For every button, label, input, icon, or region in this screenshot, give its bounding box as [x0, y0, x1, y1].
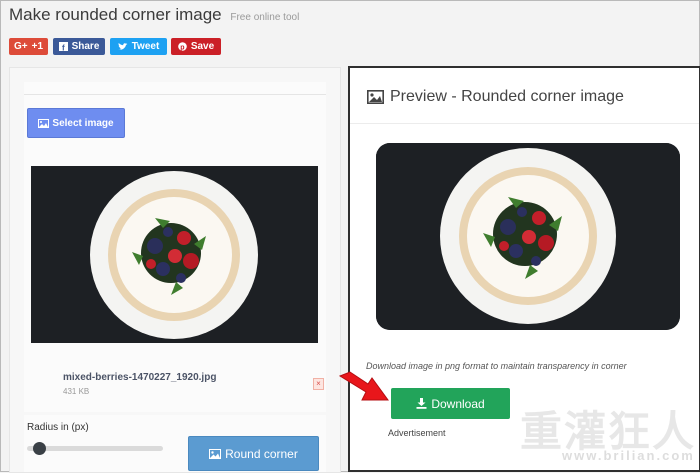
image-icon [367, 90, 384, 104]
image-icon [209, 448, 222, 459]
page-subtitle: Free online tool [230, 12, 300, 23]
facebook-icon: f [58, 42, 68, 52]
page-title: Make rounded corner image Free online to… [9, 5, 299, 25]
round-corner-label: Round corner [225, 446, 298, 461]
gplus-icon: G+ [13, 41, 28, 52]
pinterest-icon: p [178, 42, 187, 51]
twitter-icon [117, 42, 128, 51]
svg-text:p: p [180, 44, 184, 51]
select-image-button[interactable]: Select image [27, 108, 125, 138]
facebook-share-button[interactable]: f Share [53, 38, 105, 55]
gplus-button[interactable]: G+ +1 [9, 38, 48, 55]
remove-file-icon[interactable]: × [313, 378, 324, 390]
twitter-label: Tweet [131, 41, 160, 52]
file-size: 431 KB [63, 387, 90, 396]
svg-text:f: f [62, 44, 65, 52]
preview-divider [350, 123, 699, 124]
download-button[interactable]: Download [391, 388, 510, 419]
preview-panel: Preview - Rounded corner image Download … [348, 66, 700, 472]
file-name: mixed-berries-1470227_1920.jpg [63, 372, 217, 383]
rounded-preview-image [376, 143, 680, 330]
round-corner-button[interactable]: Round corner [188, 436, 319, 471]
watermark-url: www.brilian.com [562, 448, 695, 463]
page-title-text: Make rounded corner image [9, 5, 222, 24]
preview-heading: Preview - Rounded corner image [367, 88, 624, 106]
pinterest-label: Save [190, 41, 215, 52]
radius-controls: Radius in (px) Round corner [24, 415, 326, 472]
gplus-label: +1 [31, 41, 44, 52]
red-arrow-icon [338, 370, 394, 408]
radius-slider[interactable] [27, 446, 163, 451]
select-image-label: Select image [52, 117, 114, 129]
upload-area: Select image mixed-berries-1470227_1920.… [24, 82, 326, 412]
radius-label: Radius in (px) [27, 422, 89, 433]
facebook-label: Share [71, 41, 100, 52]
download-note: Download image in png format to maintain… [366, 361, 627, 371]
twitter-tweet-button[interactable]: Tweet [110, 38, 167, 55]
upload-divider [24, 94, 326, 95]
download-icon [416, 398, 427, 409]
uploaded-image-thumbnail [31, 166, 318, 343]
advertisement-label: Advertisement [388, 428, 446, 438]
pinterest-save-button[interactable]: p Save [171, 38, 221, 55]
download-label: Download [431, 396, 485, 411]
preview-title-text: Preview - Rounded corner image [390, 88, 624, 105]
radius-slider-handle[interactable] [33, 442, 46, 455]
editor-panel: Select image mixed-berries-1470227_1920.… [9, 67, 341, 473]
image-icon [38, 118, 50, 128]
